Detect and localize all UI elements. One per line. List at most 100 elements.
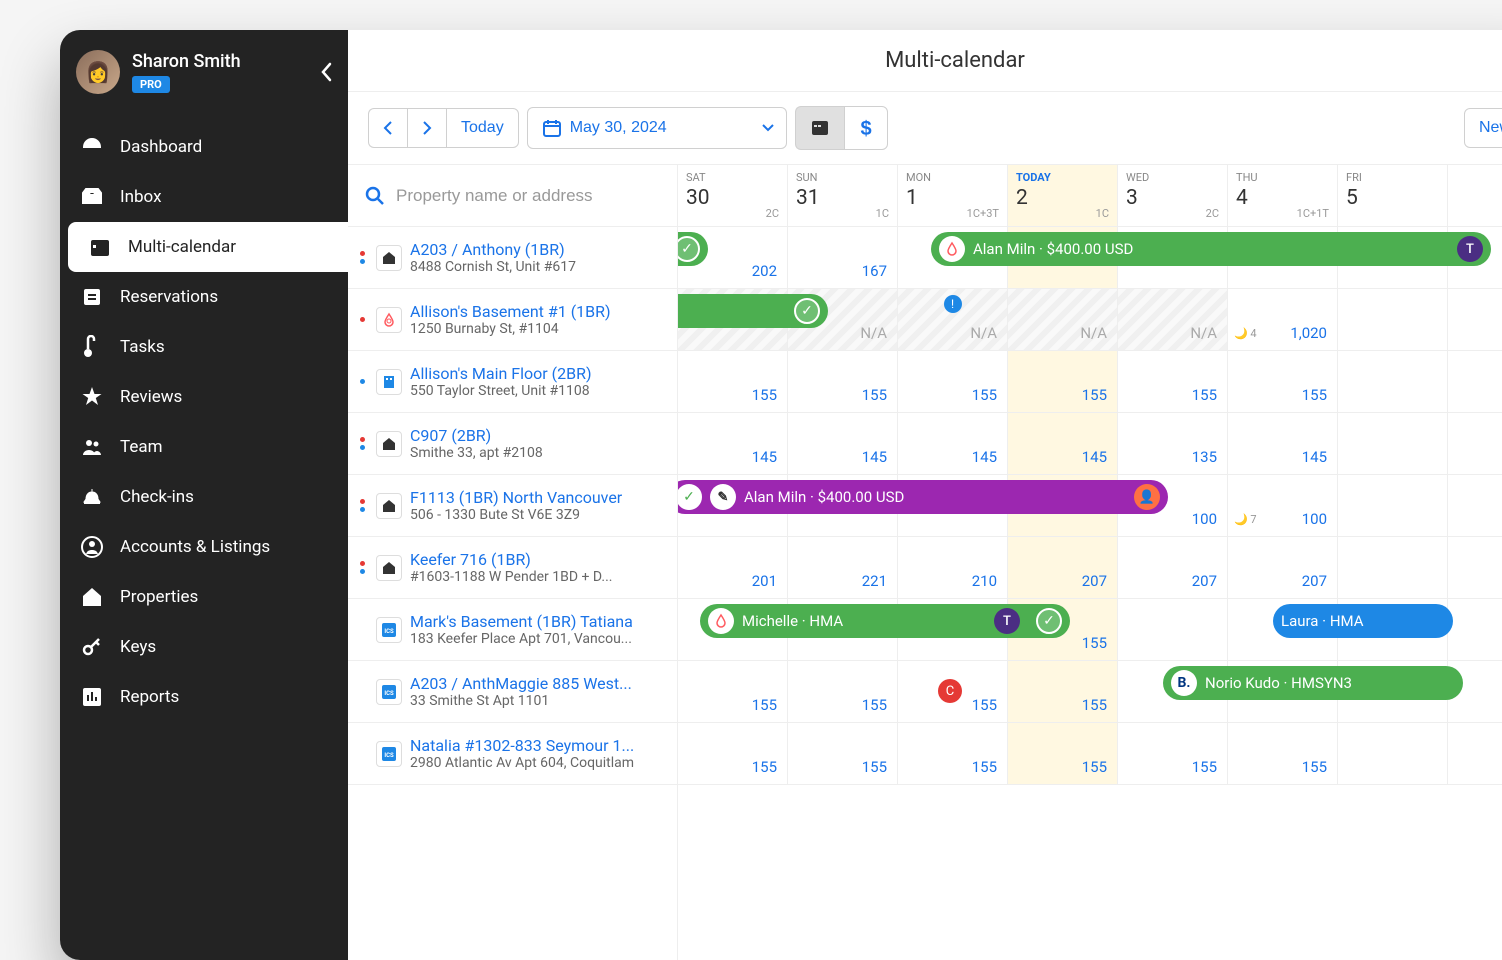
- nav-item-reviews[interactable]: Reviews: [60, 372, 348, 422]
- plan-badge: PRO: [132, 76, 170, 93]
- sidebar: 👩 Sharon Smith PRO DashboardInboxMulti-c…: [60, 30, 348, 960]
- calendar-cell[interactable]: 201: [678, 537, 788, 598]
- next-button[interactable]: [407, 108, 446, 148]
- calendar-view-button[interactable]: [795, 106, 844, 150]
- property-row[interactable]: ICSA203 / AnthMaggie 885 West...33 Smith…: [348, 661, 677, 723]
- date-picker-button[interactable]: May 30, 2024: [527, 107, 787, 149]
- nav-item-properties[interactable]: Properties: [60, 572, 348, 622]
- nav-item-accounts-listings[interactable]: Accounts & Listings: [60, 522, 348, 572]
- calendar-cell[interactable]: 167: [788, 227, 898, 288]
- nav-item-tasks[interactable]: Tasks: [60, 322, 348, 372]
- nav-item-check-ins[interactable]: Check-ins: [60, 472, 348, 522]
- calendar-cell[interactable]: 155: [788, 723, 898, 784]
- nav-item-keys[interactable]: Keys: [60, 622, 348, 672]
- day-header[interactable]: FRI5: [1338, 165, 1448, 226]
- calendar-cell[interactable]: [1338, 537, 1448, 598]
- calendar-cell[interactable]: 207: [1118, 537, 1228, 598]
- page-title: Multi-calendar: [348, 48, 1502, 73]
- calendar-cell[interactable]: 155: [1008, 351, 1118, 412]
- calendar-cell[interactable]: 100🌙 7: [1228, 475, 1338, 536]
- calendar-cell[interactable]: [1338, 723, 1448, 784]
- calendar-cell[interactable]: 155: [898, 351, 1008, 412]
- calendar-cell[interactable]: [1338, 413, 1448, 474]
- calendar-cell[interactable]: 155: [1228, 723, 1338, 784]
- calendar-cell[interactable]: 145: [678, 413, 788, 474]
- calendar-cell[interactable]: 155: [678, 661, 788, 722]
- booking-bar[interactable]: Laura · HMA: [1273, 604, 1453, 638]
- calendar-cell[interactable]: 155: [678, 351, 788, 412]
- user-icon: 👤: [1134, 484, 1160, 510]
- nav-item-reservations[interactable]: Reservations: [60, 272, 348, 322]
- property-row[interactable]: Allison's Basement #1 (1BR)1250 Burnaby …: [348, 289, 677, 351]
- pricing-view-button[interactable]: $: [844, 106, 888, 150]
- property-row[interactable]: ICSMark's Basement (1BR) Tatiana183 Keef…: [348, 599, 677, 661]
- calendar-cell[interactable]: 155: [678, 723, 788, 784]
- calendar-cell[interactable]: N/A: [1118, 289, 1228, 350]
- calendar-cell[interactable]: 145: [1008, 413, 1118, 474]
- booking-bar[interactable]: B.Norio Kudo · HMSYN3: [1163, 666, 1463, 700]
- property-row[interactable]: Keefer 716 (1BR)#1603-1188 W Pender 1BD …: [348, 537, 677, 599]
- calendar-cell[interactable]: 221: [788, 537, 898, 598]
- calendar-cell[interactable]: 155: [1228, 351, 1338, 412]
- calendar-cell[interactable]: 155: [1008, 723, 1118, 784]
- day-header[interactable]: SUN311C: [788, 165, 898, 226]
- calendar-cell[interactable]: 1,020🌙 4: [1228, 289, 1338, 350]
- prev-button[interactable]: [368, 108, 407, 148]
- view-mode-group: $: [795, 106, 888, 150]
- nav-item-inbox[interactable]: Inbox: [60, 172, 348, 222]
- property-row[interactable]: F1113 (1BR) North Vancouver506 - 1330 Bu…: [348, 475, 677, 537]
- calendar-cell[interactable]: 155C: [898, 661, 1008, 722]
- calendar-cell[interactable]: 155: [788, 661, 898, 722]
- profile-section: 👩 Sharon Smith PRO: [60, 30, 348, 114]
- calendar-cell[interactable]: 145: [788, 413, 898, 474]
- calendar-cell[interactable]: [1338, 351, 1448, 412]
- search-input[interactable]: [396, 186, 661, 206]
- calendar-cell[interactable]: [1338, 289, 1448, 350]
- nav-item-dashboard[interactable]: Dashboard: [60, 122, 348, 172]
- today-button[interactable]: Today: [446, 108, 519, 148]
- booking-bar[interactable]: ✓✎Alan Miln · $400.00 USD👤: [678, 480, 1168, 514]
- calendar-cell[interactable]: [1338, 475, 1448, 536]
- nav-item-reports[interactable]: Reports: [60, 672, 348, 722]
- collapse-sidebar-button[interactable]: [320, 62, 332, 82]
- booking-bar[interactable]: Michelle · HMAT✓: [700, 604, 1070, 638]
- booking-bar[interactable]: ✓: [678, 294, 828, 328]
- property-row[interactable]: ICSNatalia #1302-833 Seymour 1...2980 At…: [348, 723, 677, 785]
- nav-item-team[interactable]: Team: [60, 422, 348, 472]
- nav-item-multi-calendar[interactable]: Multi-calendar: [68, 222, 348, 272]
- calendar-cell[interactable]: 210: [898, 537, 1008, 598]
- svg-text:$: $: [860, 118, 871, 139]
- property-type-icon: [376, 555, 402, 581]
- calendar-cell[interactable]: 155: [788, 351, 898, 412]
- edit-icon[interactable]: ✎: [710, 484, 736, 510]
- day-header[interactable]: TODAY21C: [1008, 165, 1118, 226]
- calendar-cell[interactable]: 145: [898, 413, 1008, 474]
- new-button[interactable]: New C: [1464, 108, 1502, 148]
- day-header[interactable]: SAT302C: [678, 165, 788, 226]
- calendar-cell[interactable]: 135: [1118, 413, 1228, 474]
- calendar-row: 145145145145135145: [678, 413, 1502, 475]
- calendar-cell[interactable]: 155: [1118, 723, 1228, 784]
- calendar-cell[interactable]: N/A: [1008, 289, 1118, 350]
- calendar-row: 155155155155155155: [678, 723, 1502, 785]
- calendar-icon: [542, 118, 562, 138]
- calendar-cell[interactable]: 207: [1008, 537, 1118, 598]
- property-row[interactable]: Allison's Main Floor (2BR)550 Taylor Str…: [348, 351, 677, 413]
- day-header[interactable]: WED32C: [1118, 165, 1228, 226]
- property-column: A203 / Anthony (1BR)8488 Cornish St, Uni…: [348, 165, 678, 960]
- avatar[interactable]: 👩: [76, 50, 120, 94]
- calendar-cell[interactable]: 155: [1118, 351, 1228, 412]
- booking-bar[interactable]: Alan Miln · $400.00 USDT: [931, 232, 1491, 266]
- property-row[interactable]: C907 (2BR)Smithe 33, apt #2108: [348, 413, 677, 475]
- calendar-cell[interactable]: [1118, 599, 1228, 660]
- day-header[interactable]: MON11C+3T: [898, 165, 1008, 226]
- calendar-cell[interactable]: 145: [1228, 413, 1338, 474]
- property-row[interactable]: A203 / Anthony (1BR)8488 Cornish St, Uni…: [348, 227, 677, 289]
- calendar-row: N/AN/A!N/AN/A1,020🌙 4✓: [678, 289, 1502, 351]
- calendar-cell[interactable]: 155: [1008, 661, 1118, 722]
- alert-icon[interactable]: !: [944, 295, 962, 313]
- calendar-cell[interactable]: 207: [1228, 537, 1338, 598]
- day-header[interactable]: THU41C+1T: [1228, 165, 1338, 226]
- calendar-cell[interactable]: N/A!: [898, 289, 1008, 350]
- calendar-cell[interactable]: 155: [898, 723, 1008, 784]
